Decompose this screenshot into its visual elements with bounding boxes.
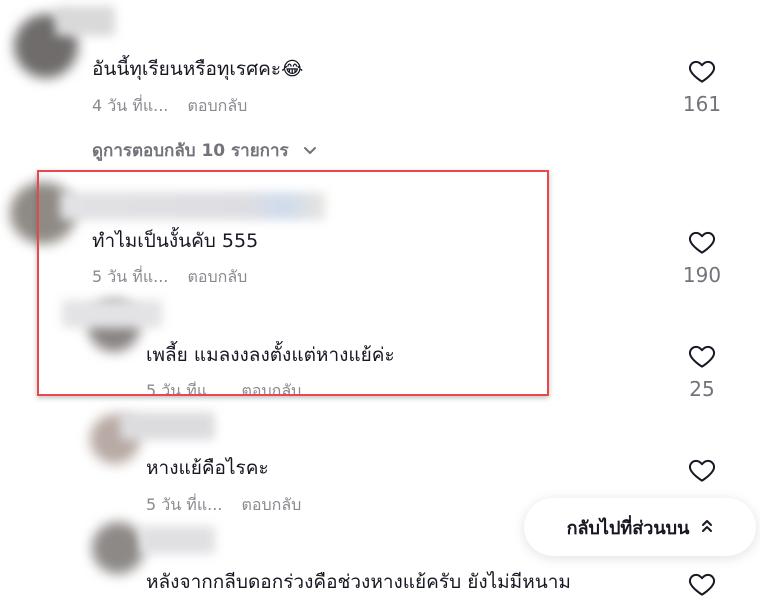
reply-meta: 5 วัน ที่แ... ตอบกลับ xyxy=(146,381,301,395)
heart-icon[interactable] xyxy=(687,569,717,599)
heart-icon[interactable] xyxy=(687,227,717,257)
avatar[interactable] xyxy=(92,522,144,574)
reply-button[interactable]: ตอบกลับ xyxy=(241,495,301,514)
comment-text: อันนี้ทุเรียนหรือทุเรศคะ😂 xyxy=(92,58,304,80)
reply-time: 5 วัน ที่แ... xyxy=(146,381,223,395)
reply-button[interactable]: ตอบกลับ xyxy=(187,96,247,115)
like-count: 161 xyxy=(682,92,722,116)
reply-meta: 5 วัน ที่แ... ตอบกลับ xyxy=(146,495,301,515)
username-blurred[interactable] xyxy=(60,192,325,220)
heart-icon[interactable] xyxy=(687,341,717,371)
username-blurred[interactable] xyxy=(140,526,215,554)
back-to-top-button[interactable]: กลับไปที่ส่วนบน xyxy=(524,498,756,556)
double-chevron-up-icon xyxy=(701,517,713,538)
heart-icon[interactable] xyxy=(687,56,717,86)
view-replies-button[interactable]: ดูการตอบกลับ 10 รายการ xyxy=(92,137,317,164)
reply-button[interactable]: ตอบกลับ xyxy=(241,381,301,395)
comment-time: 5 วัน ที่แ... xyxy=(92,267,169,286)
username-blurred[interactable] xyxy=(62,300,162,328)
chevron-down-icon xyxy=(303,141,317,161)
comment-text: ทำไมเป็นงั้นคับ 555 xyxy=(92,230,259,252)
like-count: 190 xyxy=(682,263,722,287)
reply-time: 5 วัน ที่แ... xyxy=(146,495,223,514)
reply-text: เพลี้ย แมลงงลงตั้งแต่หางแย้ค่ะ xyxy=(146,344,395,366)
reply-text: หางแย้คือไรคะ xyxy=(146,457,269,479)
comment-meta: 4 วัน ที่แ... ตอบกลับ xyxy=(92,96,247,116)
comment-time: 4 วัน ที่แ... xyxy=(92,96,169,115)
reply-text: หลังจากกลีบดอกร่วงคือช่วงหางแย้ครับ ยังไ… xyxy=(146,571,571,593)
view-replies-label: ดูการตอบกลับ 10 รายการ xyxy=(92,141,289,161)
username-blurred[interactable] xyxy=(120,412,215,440)
username-blurred[interactable] xyxy=(55,6,115,36)
back-to-top-label: กลับไปที่ส่วนบน xyxy=(566,517,690,539)
heart-icon[interactable] xyxy=(687,455,717,485)
comments-panel: อันนี้ทุเรียนหรือทุเรศคะ😂 4 วัน ที่แ... … xyxy=(0,0,760,604)
reply-button[interactable]: ตอบกลับ xyxy=(187,267,247,286)
like-count: 25 xyxy=(689,377,715,401)
comment-meta: 5 วัน ที่แ... ตอบกลับ xyxy=(92,267,247,287)
